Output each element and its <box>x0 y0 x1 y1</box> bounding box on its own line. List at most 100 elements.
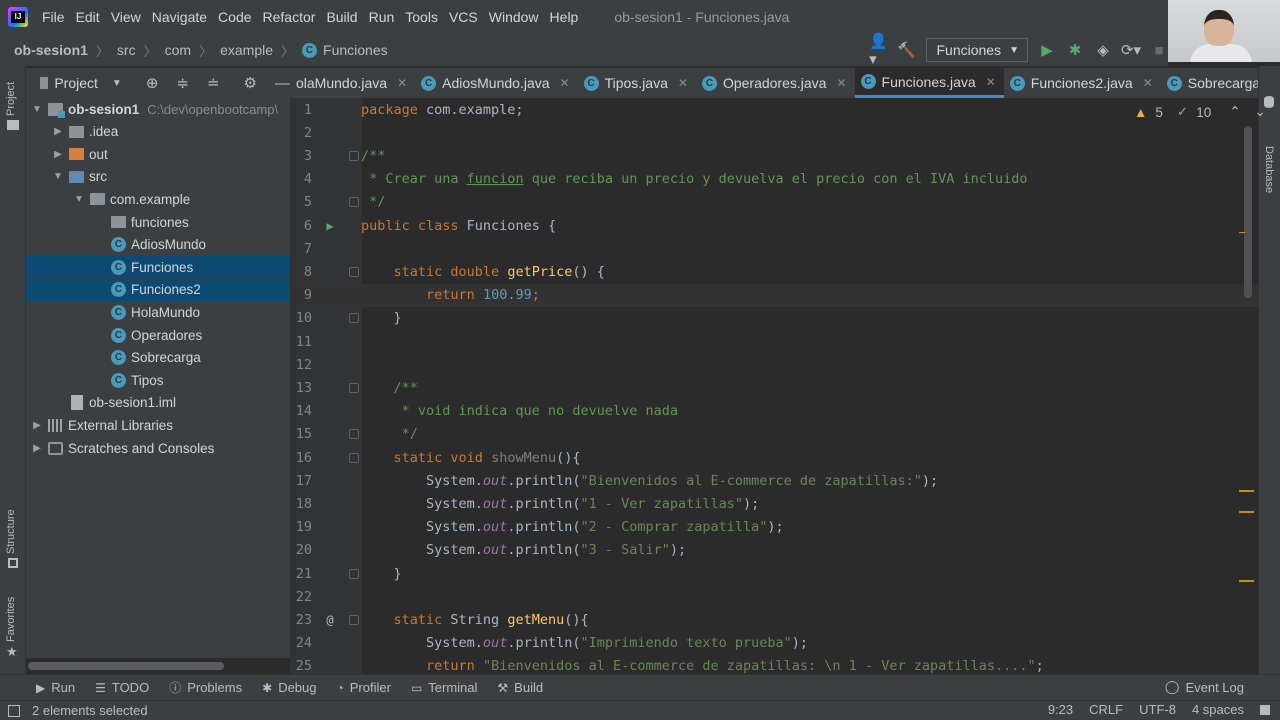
tree-item-sobrecarga[interactable]: Sobrecarga <box>26 347 290 369</box>
breadcrumb-com[interactable]: com <box>165 42 191 58</box>
stop-icon[interactable]: ■ <box>1150 41 1168 59</box>
fold-marker-icon[interactable] <box>349 568 359 579</box>
chevron-up-icon[interactable]: ⌃ <box>1229 104 1240 120</box>
run-configuration-select[interactable]: Funciones ▼ <box>925 38 1028 62</box>
tree-item-external-libraries[interactable]: ▶ External Libraries <box>26 414 290 436</box>
debug-bug-icon[interactable]: ✱ <box>1066 41 1084 59</box>
project-panel-title[interactable]: Project <box>54 75 98 91</box>
menu-vcs[interactable]: VCS <box>444 9 484 25</box>
editor-tab[interactable]: AdiosMundo.java ✕ <box>415 68 577 98</box>
stripe-favorites[interactable]: Favorites <box>5 597 17 642</box>
user-icon[interactable]: 👤▾ <box>869 33 888 68</box>
menu-run[interactable]: Run <box>364 9 401 25</box>
close-icon[interactable]: ✕ <box>397 76 407 90</box>
coverage-icon[interactable]: ◈ <box>1094 41 1112 59</box>
code-line[interactable]: 4 * Crear una funcion que reciba un prec… <box>290 168 1258 191</box>
tree-item-src[interactable]: ▼ src <box>26 166 290 188</box>
close-icon[interactable]: ✕ <box>1143 76 1153 90</box>
menu-view[interactable]: View <box>106 9 147 25</box>
menu-help[interactable]: Help <box>545 9 585 25</box>
stripe-database[interactable]: Database <box>1263 146 1275 193</box>
code-line[interactable]: 7 <box>290 237 1258 260</box>
run-gutter-icon[interactable]: ▶ <box>324 219 336 233</box>
tree-horizontal-scrollbar[interactable] <box>28 662 224 670</box>
code-line[interactable]: 17 System.out.println("Bienvenidos al E-… <box>290 469 1258 492</box>
lock-icon[interactable] <box>1260 704 1270 715</box>
tree-item-out[interactable]: ▶ out <box>26 143 290 165</box>
tree-item-funciones2[interactable]: Funciones2 <box>26 278 290 301</box>
fold-marker-icon[interactable] <box>349 150 359 161</box>
caret-position[interactable]: 9:23 <box>1048 702 1073 717</box>
fold-marker-icon[interactable] <box>349 197 359 208</box>
expand-all-icon[interactable]: ≑ <box>176 74 189 92</box>
event-log-button[interactable]: ◯ Event Log <box>1165 679 1244 695</box>
tree-item-ob-sesion1-iml[interactable]: ob-sesion1.iml <box>26 392 290 414</box>
close-icon[interactable]: ✕ <box>836 76 846 90</box>
stripe-project[interactable]: Project <box>5 82 17 116</box>
code-line[interactable]: 22 <box>290 585 1258 608</box>
tree-item-funciones[interactable]: Funciones <box>26 256 290 279</box>
code-editor[interactable]: 1 package com.example; 2 3/** 4 * Crear una … <box>290 98 1258 674</box>
menu-window[interactable]: Window <box>484 9 545 25</box>
minimize-icon[interactable]: — <box>275 75 290 92</box>
implements-gutter-icon[interactable]: @ <box>324 613 336 627</box>
editor-tab[interactable]: Funciones2.java ✕ <box>1004 68 1161 98</box>
chevron-down-icon[interactable]: ▼ <box>30 104 44 115</box>
code-line[interactable]: 21 } <box>290 562 1258 585</box>
fold-marker-icon[interactable] <box>349 313 359 324</box>
breadcrumb-src[interactable]: src <box>117 42 136 58</box>
breadcrumb-project[interactable]: ob-sesion1 <box>14 42 88 58</box>
stripe-structure[interactable]: Structure <box>5 509 17 554</box>
code-line[interactable]: 13 /** <box>290 376 1258 399</box>
code-line[interactable]: 5 */ <box>290 191 1258 214</box>
chevron-right-icon[interactable]: ▶ <box>51 149 65 160</box>
chevron-down-icon[interactable]: ▼ <box>51 171 65 182</box>
code-line[interactable]: 2 <box>290 121 1258 144</box>
fold-marker-icon[interactable] <box>349 266 359 277</box>
breadcrumb-example[interactable]: example <box>220 42 273 58</box>
chevron-right-icon[interactable]: ▶ <box>51 126 65 137</box>
tree-item--idea[interactable]: ▶ .idea <box>26 121 290 143</box>
menu-file[interactable]: File <box>37 9 71 25</box>
build-hammer-icon[interactable]: 🔨 <box>897 41 916 59</box>
tree-item-adiosmundo[interactable]: AdiosMundo <box>26 234 290 256</box>
fold-marker-icon[interactable] <box>349 614 359 625</box>
tool-todo[interactable]: ☰ TODO <box>95 680 149 695</box>
menu-code[interactable]: Code <box>213 9 257 25</box>
code-line[interactable]: 24 System.out.println("Imprimiendo texto… <box>290 632 1258 655</box>
menu-build[interactable]: Build <box>321 9 363 25</box>
code-line[interactable]: 19 System.out.println("2 - Comprar zapat… <box>290 516 1258 539</box>
menu-navigate[interactable]: Navigate <box>147 9 213 25</box>
fold-marker-icon[interactable] <box>349 429 359 440</box>
tree-item-ob-sesion1[interactable]: ▼ ob-sesion1 C:\dev\openbootcamp\ <box>26 98 290 120</box>
code-line[interactable]: 8 static double getPrice() { <box>290 260 1258 283</box>
code-line[interactable]: 15 */ <box>290 423 1258 446</box>
editor-tab[interactable]: olaMundo.java ✕ <box>290 68 415 98</box>
code-line[interactable]: 20 System.out.println("3 - Salir"); <box>290 539 1258 562</box>
tool-run[interactable]: ▶ Run <box>36 680 75 695</box>
close-icon[interactable]: ✕ <box>560 76 570 90</box>
editor-vertical-scrollbar[interactable] <box>1244 126 1252 298</box>
chevron-down-icon[interactable]: ⌄ <box>1255 104 1266 120</box>
tool-profiler[interactable]: ◔ Profiler <box>337 680 391 695</box>
code-line[interactable]: 25 return "Bienvenidos al E-commerce de … <box>290 655 1258 674</box>
menu-tools[interactable]: Tools <box>400 9 444 25</box>
code-line[interactable]: 12 <box>290 353 1258 376</box>
menu-edit[interactable]: Edit <box>71 9 106 25</box>
code-line[interactable]: 16 static void showMenu(){ <box>290 446 1258 469</box>
tree-item-scratches-and-consoles[interactable]: ▶ Scratches and Consoles <box>26 437 290 459</box>
code-line[interactable]: 18 System.out.println("1 - Ver zapatilla… <box>290 492 1258 515</box>
run-icon[interactable]: ▶ <box>1038 41 1056 59</box>
code-line[interactable]: 11 <box>290 330 1258 353</box>
tree-item-holamundo[interactable]: HolaMundo <box>26 301 290 323</box>
code-line[interactable]: 1 package com.example; <box>290 98 1258 121</box>
tree-item-com-example[interactable]: ▼ com.example <box>26 188 290 210</box>
breadcrumb-class[interactable]: Funciones <box>323 42 388 58</box>
editor-tab[interactable]: Sobrecarga.java✕ <box>1161 68 1258 98</box>
code-line[interactable]: 23 @ static String getMenu(){ <box>290 608 1258 631</box>
indent-setting[interactable]: 4 spaces <box>1192 702 1244 717</box>
chevron-down-icon[interactable]: ▼ <box>72 194 86 205</box>
code-line[interactable]: 3 /** <box>290 144 1258 167</box>
file-encoding[interactable]: UTF-8 <box>1139 702 1176 717</box>
fold-marker-icon[interactable] <box>349 382 359 393</box>
